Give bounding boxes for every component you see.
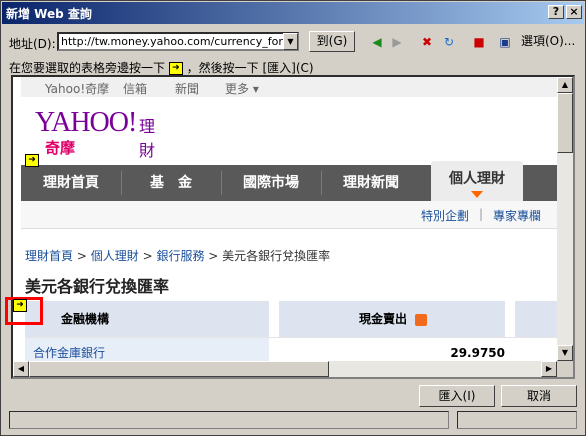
go-button[interactable]: 到(G) <box>309 31 355 52</box>
breadcrumb-separator: > <box>142 249 157 263</box>
logo-channel: 理財 <box>139 117 156 160</box>
table-header-row: 金融機構 現金賣出 <box>25 301 557 337</box>
sort-icon[interactable] <box>415 313 428 326</box>
sub-nav: 特別企劃 | 專家專欄 <box>21 201 557 229</box>
nav-global-markets[interactable]: 國際市場 <box>221 165 321 201</box>
yahoo-logo[interactable]: YAHOO! 奇摩 理財 <box>35 107 155 160</box>
table-row: 合作金庫銀行 29.9750 <box>25 337 557 361</box>
stop-icon[interactable]: ✖ <box>419 34 435 50</box>
yahoo-top-bar: Yahoo!奇摩 信箱 新聞 更多 ▾ <box>21 77 557 97</box>
sub-link-special[interactable]: 特別企劃 <box>421 207 469 224</box>
scroll-down-icon[interactable]: ▼ <box>557 345 573 361</box>
options-button[interactable]: 選項(O)... <box>521 31 586 52</box>
main-nav: 理財首頁 基 金 國際市場 理財新聞 個人理財 <box>21 161 557 205</box>
title-bar: 新增 Web 查詢 ? × <box>2 2 584 24</box>
instruction-prefix: 在您要選取的表格旁邊按一下 <box>9 61 166 75</box>
horizontal-scrollbar[interactable]: ◀ ▶ <box>13 361 557 377</box>
refresh-icon[interactable]: ↻ <box>441 34 457 50</box>
header-cash-sell-label: 現金賣出 <box>359 312 408 326</box>
dialog-buttons: 匯入(I) 取消 <box>1 385 586 409</box>
address-label: 地址(D): <box>9 37 56 51</box>
breadcrumb-separator: > <box>208 249 223 263</box>
scroll-up-icon[interactable]: ▲ <box>557 77 573 93</box>
bank-name-cell[interactable]: 合作金庫銀行 <box>25 338 269 361</box>
web-preview-pane: Yahoo!奇摩 信箱 新聞 更多 ▾ YAHOO! 奇摩 理財 理財首頁 基 … <box>11 75 575 379</box>
header-bank: 金融機構 <box>61 312 110 326</box>
breadcrumb-item[interactable]: 個人理財 <box>91 249 139 263</box>
status-bar <box>9 411 449 429</box>
topbar-link-yahoo[interactable]: Yahoo!奇摩 <box>45 80 109 97</box>
topbar-link-mail[interactable]: 信箱 <box>123 80 147 97</box>
scroll-corner <box>557 361 573 377</box>
back-icon[interactable]: ◀ <box>369 34 385 50</box>
help-icon[interactable]: ? <box>548 5 564 19</box>
instruction-suffix: ，然後按一下 [匯入](C) <box>186 61 314 75</box>
forward-icon[interactable]: ▶ <box>389 34 405 50</box>
web-page: Yahoo!奇摩 信箱 新聞 更多 ▾ YAHOO! 奇摩 理財 理財首頁 基 … <box>21 77 557 361</box>
vertical-scroll-thumb[interactable] <box>557 93 573 153</box>
select-table-arrow[interactable]: ➜ <box>13 298 27 312</box>
header-cash-sell[interactable]: 現金賣出 <box>359 301 428 337</box>
status-bar-panel <box>457 411 577 429</box>
new-web-query-dialog: 新增 Web 查詢 ? × 地址(D): http://tw.money.yah… <box>0 0 586 436</box>
breadcrumb-item[interactable]: 理財首頁 <box>25 249 73 263</box>
address-toolbar: 地址(D): http://tw.money.yahoo.com/currenc… <box>1 27 586 55</box>
nav-finance-home[interactable]: 理財首頁 <box>21 165 121 201</box>
breadcrumb: 理財首頁 > 個人理財 > 銀行服務 > 美元各銀行兌換匯率 <box>25 247 330 264</box>
arrow-icon: ➜ <box>13 299 27 312</box>
breadcrumb-item[interactable]: 銀行服務 <box>156 249 204 263</box>
scroll-right-icon[interactable]: ▶ <box>541 361 557 377</box>
nav-personal-finance[interactable]: 個人理財 <box>431 161 523 205</box>
address-input[interactable]: http://tw.money.yahoo.com/currency_forei… <box>57 32 299 51</box>
column-gap <box>505 301 515 337</box>
scroll-left-icon[interactable]: ◀ <box>13 361 29 377</box>
close-icon[interactable]: × <box>566 5 582 19</box>
breadcrumb-separator: > <box>76 249 91 263</box>
horizontal-scroll-thumb[interactable] <box>29 361 329 377</box>
logo-main: YAHOO! <box>35 107 137 138</box>
sub-separator: | <box>479 207 484 221</box>
active-tab-indicator-icon <box>471 191 483 198</box>
nav-funds[interactable]: 基 金 <box>121 165 221 201</box>
cancel-button[interactable]: 取消 <box>501 385 577 407</box>
breadcrumb-current: 美元各銀行兌換匯率 <box>222 249 331 263</box>
save-query-icon[interactable]: ▣ <box>497 34 513 50</box>
nav-personal-finance-label: 個人理財 <box>449 171 505 187</box>
arrow-icon: ➜ <box>25 154 39 167</box>
sub-link-columns[interactable]: 專家專欄 <box>493 207 541 224</box>
page-title: 美元各銀行兌換匯率 <box>25 277 170 296</box>
vertical-scrollbar[interactable]: ▲ ▼ <box>557 77 573 361</box>
hide-icons-icon[interactable]: ■ <box>471 34 487 50</box>
cash-sell-cell: 29.9750 <box>450 346 505 360</box>
select-page-arrow[interactable]: ➜ <box>25 153 39 167</box>
chevron-down-icon[interactable]: ▼ <box>283 33 298 50</box>
topbar-link-news[interactable]: 新聞 <box>175 80 199 97</box>
arrow-icon: ➜ <box>168 62 183 75</box>
column-gap <box>269 301 279 337</box>
window-title: 新增 Web 查詢 <box>6 7 92 21</box>
nav-finance-news[interactable]: 理財新聞 <box>321 165 421 201</box>
import-button[interactable]: 匯入(I) <box>419 385 495 407</box>
topbar-link-more[interactable]: 更多 ▾ <box>225 80 259 97</box>
instruction-text: 在您要選取的表格旁邊按一下 ➜ ，然後按一下 [匯入](C) <box>9 59 314 76</box>
logo-sub: 奇摩 <box>45 139 76 157</box>
